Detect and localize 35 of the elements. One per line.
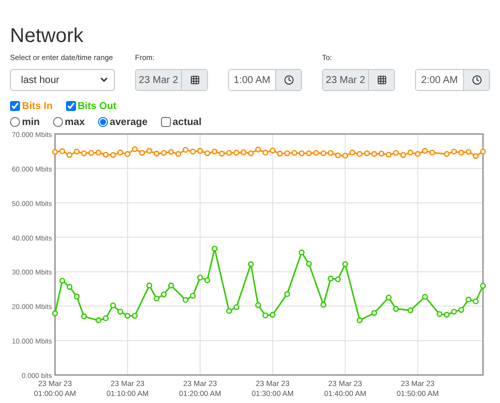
mode-label: max (64, 116, 85, 128)
mode-checkbox[interactable] (160, 117, 171, 127)
data-point (146, 282, 152, 288)
series-checkbox[interactable] (10, 101, 20, 111)
mode-label: actual (172, 116, 202, 128)
mode-label: average (110, 116, 148, 128)
series-checkbox[interactable] (66, 101, 76, 111)
data-point (212, 246, 218, 252)
data-point (284, 291, 290, 298)
data-point (371, 310, 378, 316)
data-point (408, 307, 414, 314)
data-point (320, 302, 326, 308)
series-label: Bits Out (78, 100, 116, 112)
data-point (422, 294, 428, 300)
range-select[interactable]: last hour (10, 69, 115, 91)
series-label: Bits In (22, 100, 53, 112)
data-point (393, 306, 399, 312)
mode-radio[interactable] (10, 117, 20, 127)
data-point (52, 310, 58, 316)
data-point (356, 317, 363, 324)
data-point (480, 282, 486, 289)
page-title: Network (10, 24, 84, 48)
data-point (255, 302, 262, 308)
chevron-icon (100, 77, 108, 83)
data-point (248, 261, 254, 268)
mode-radio[interactable] (52, 117, 63, 127)
data-point (342, 261, 348, 268)
data-point (298, 249, 305, 256)
data-point (386, 294, 392, 300)
data-point (306, 260, 312, 267)
data-point (74, 294, 80, 300)
mode-radio[interactable] (98, 117, 108, 127)
mode-label: min (22, 116, 40, 128)
data-point (168, 282, 174, 288)
data-point (81, 314, 87, 320)
